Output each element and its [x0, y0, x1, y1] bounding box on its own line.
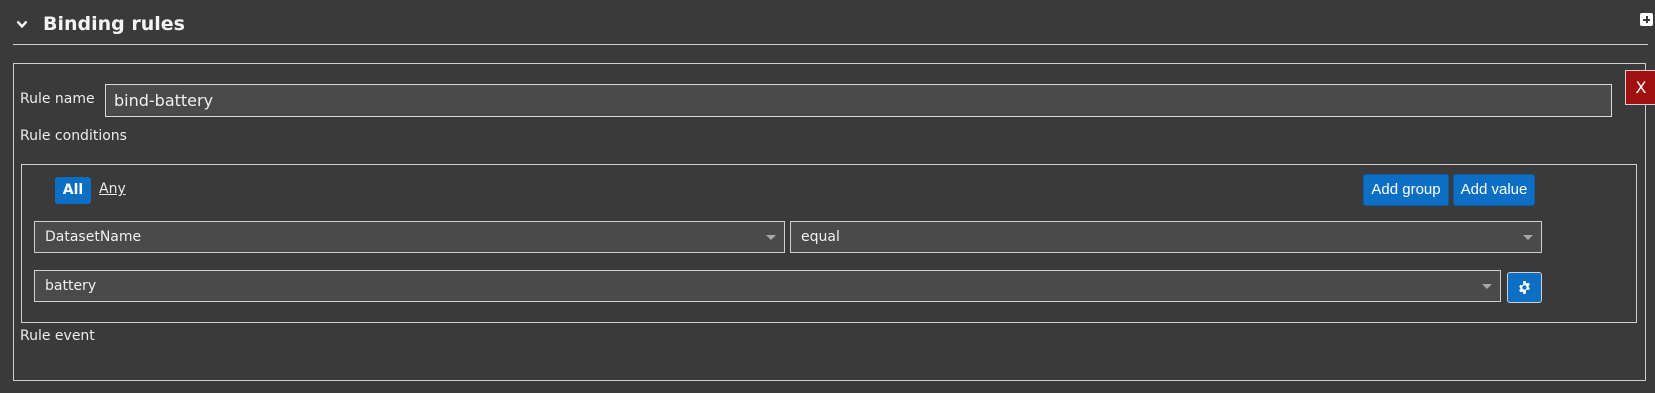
combinator-all-button[interactable]: All — [55, 177, 91, 204]
chevron-down-icon — [1523, 235, 1533, 240]
value-settings-button[interactable] — [1507, 272, 1542, 303]
rule-name-label: Rule name — [20, 91, 95, 107]
chevron-down-icon — [1482, 284, 1492, 289]
value-select[interactable]: battery — [34, 270, 1501, 302]
delete-rule-button[interactable]: X — [1625, 70, 1655, 105]
rule-name-input[interactable] — [105, 84, 1612, 117]
add-group-button[interactable]: Add group — [1363, 174, 1449, 206]
section-header: Binding rules — [13, 8, 1653, 45]
plus-square-icon[interactable] — [1640, 13, 1653, 26]
chevron-down-icon — [766, 235, 776, 240]
combinator-any-link[interactable]: Any — [99, 181, 126, 197]
rule-conditions-label: Rule conditions — [20, 128, 127, 144]
operator-select[interactable]: equal — [790, 221, 1542, 253]
value-select-value: battery — [45, 278, 97, 294]
field-select[interactable]: DatasetName — [34, 221, 785, 253]
section-title: Binding rules — [43, 13, 185, 35]
gear-icon — [1519, 281, 1530, 294]
rule-event-label: Rule event — [20, 328, 95, 344]
add-value-button[interactable]: Add value — [1453, 174, 1535, 206]
chevron-down-icon[interactable] — [16, 19, 28, 29]
operator-select-value: equal — [801, 229, 840, 245]
conditions-group: All Any Add group Add value DatasetName … — [21, 164, 1637, 323]
rule-panel: Rule name X Rule conditions All Any Add … — [13, 63, 1655, 381]
field-select-value: DatasetName — [45, 229, 142, 245]
